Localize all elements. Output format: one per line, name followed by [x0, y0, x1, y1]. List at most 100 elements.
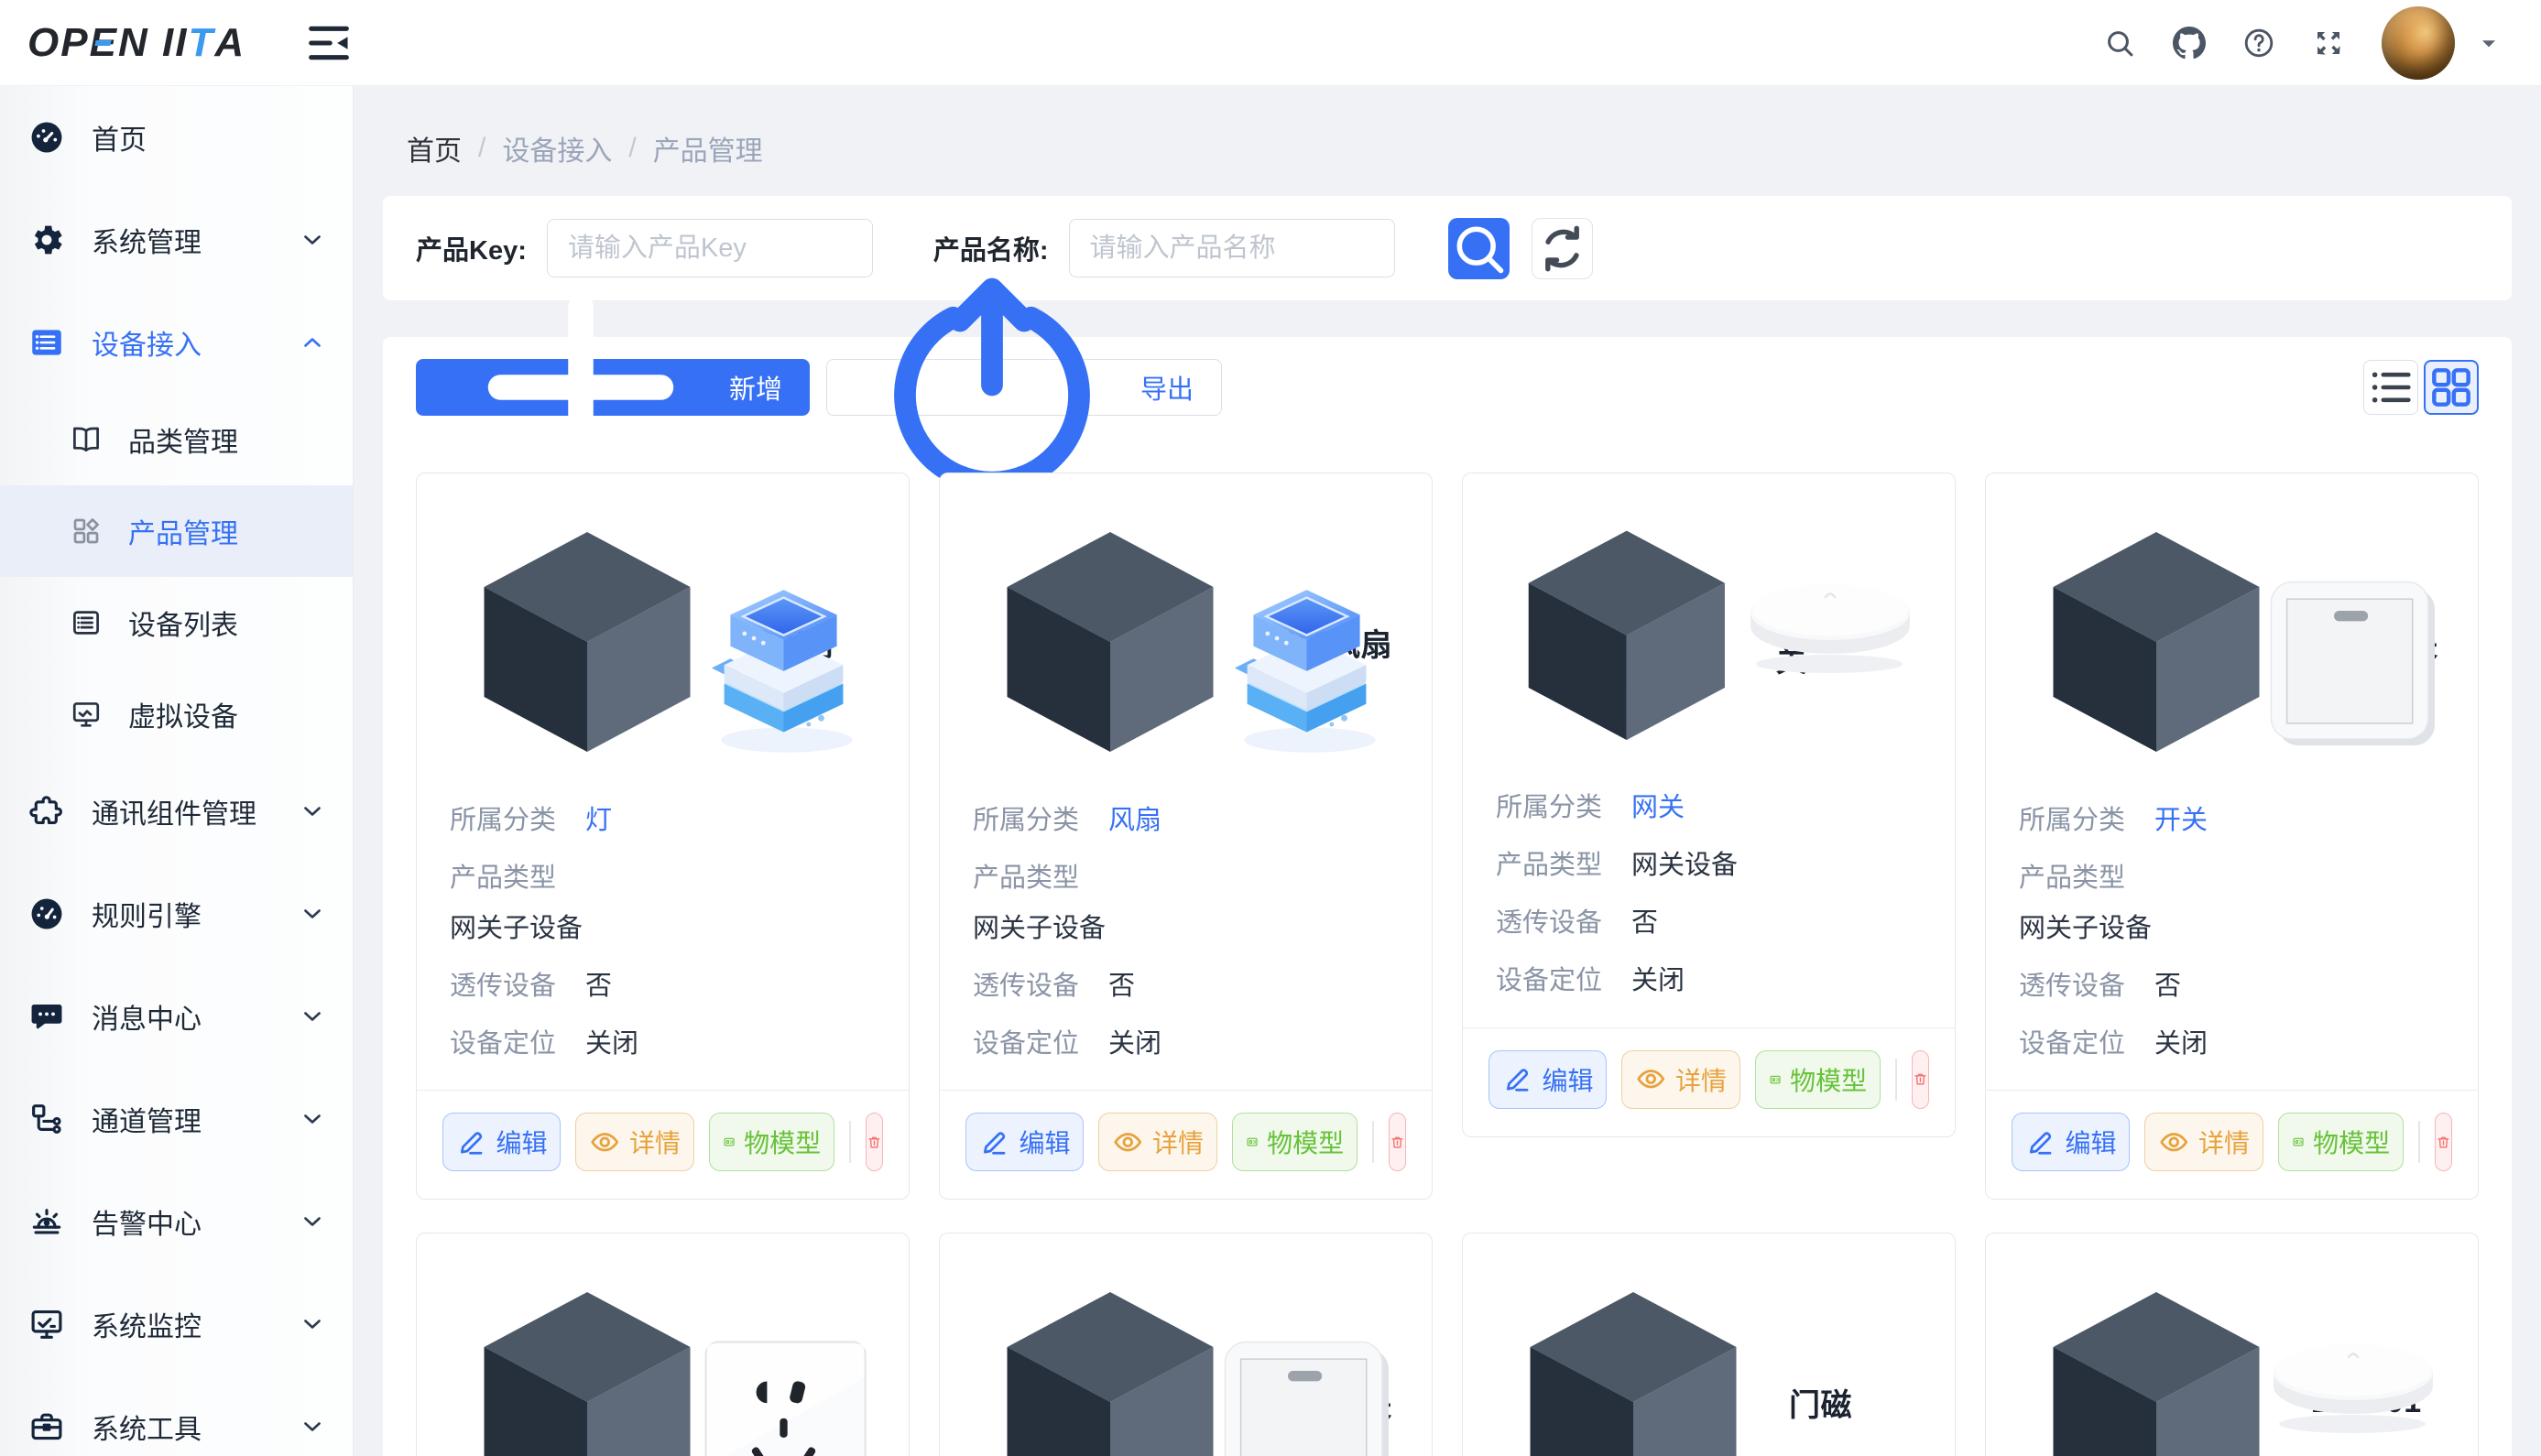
- main-content: 首页/设备接入/产品管理 产品Key: 产品名称: 新增 导出: [354, 86, 2541, 1456]
- breadcrumb-item[interactable]: 首页: [407, 128, 462, 168]
- chevron-down-icon: [300, 1004, 325, 1029]
- sidebar-item-home[interactable]: 首页: [0, 86, 353, 189]
- passthrough-row: 透传设备否: [973, 970, 1399, 1003]
- sidebar-item-virtual-device[interactable]: 虚拟设备: [0, 668, 353, 760]
- sidebar-item-label: 系统工具: [92, 1407, 202, 1447]
- sidebar-collapse-button[interactable]: [302, 16, 355, 70]
- edit-icon: [456, 1126, 487, 1157]
- locate-row: 设备定位关闭: [2019, 1027, 2445, 1060]
- thing-model-icon: [2292, 1135, 2305, 1148]
- locate-value: 关闭: [1631, 966, 1685, 995]
- sidebar-item-system-monitor[interactable]: 系统监控: [0, 1273, 353, 1375]
- delete-button[interactable]: [866, 1113, 883, 1171]
- delete-button[interactable]: [1389, 1113, 1406, 1171]
- sidebar-item-label: 通讯组件管理: [92, 791, 256, 831]
- fullscreen-icon[interactable]: [2312, 27, 2345, 60]
- puzzle-icon: [27, 792, 66, 831]
- sidebar-item-device-access[interactable]: 设备接入: [0, 291, 353, 394]
- breadcrumb: 首页/设备接入/产品管理: [383, 86, 2512, 168]
- github-icon[interactable]: [2173, 27, 2206, 60]
- eye-icon: [589, 1126, 620, 1157]
- topbar-actions: [2103, 6, 2501, 80]
- product-card-actions: 编辑 详情 物模型: [1463, 1027, 1955, 1136]
- grid-view-button[interactable]: [2424, 360, 2479, 415]
- sidebar-item-label: 设备列表: [128, 603, 238, 643]
- breadcrumb-separator: /: [628, 133, 636, 164]
- search-button[interactable]: [1448, 218, 1510, 279]
- sidebar-item-label: 告警中心: [92, 1201, 202, 1242]
- thing-model-button[interactable]: 物模型: [709, 1113, 834, 1171]
- category-link[interactable]: 网关: [1631, 793, 1685, 822]
- sidebar-item-channel-management[interactable]: 通道管理: [0, 1068, 353, 1170]
- button-divider: [849, 1121, 851, 1163]
- chevron-down-icon: [300, 1311, 325, 1337]
- category-row: 所属分类网关: [1496, 791, 1922, 824]
- category-row: 所属分类风扇: [973, 804, 1399, 837]
- trash-icon: [2436, 1135, 2451, 1150]
- edit-button[interactable]: 编辑: [965, 1113, 1084, 1171]
- gauge-icon: [27, 895, 66, 933]
- refresh-icon: [1532, 219, 1592, 278]
- help-icon[interactable]: [2242, 27, 2275, 60]
- reset-button[interactable]: [1532, 218, 1593, 279]
- detail-button[interactable]: 详情: [1621, 1050, 1739, 1109]
- cube-icon: [1496, 505, 1758, 766]
- eye-icon: [1635, 1063, 1666, 1094]
- product-card-actions: 编辑 详情 物模型: [1986, 1090, 2478, 1199]
- chevron-down-icon: [300, 227, 325, 253]
- thing-model-button[interactable]: 物模型: [1232, 1113, 1358, 1171]
- sidebar-item-label: 首页: [92, 117, 147, 158]
- chevron-down-icon: [300, 1106, 325, 1132]
- passthrough-value: 否: [1631, 908, 1658, 938]
- sidebar-item-product-management[interactable]: 产品管理: [0, 485, 353, 577]
- category-link[interactable]: 灯: [585, 806, 612, 835]
- category-link[interactable]: 风扇: [1108, 806, 1161, 835]
- product-card-actions: 编辑 详情 物模型: [940, 1090, 1432, 1199]
- product-card-body: 插座 SIEMENS 所属分类智能插座 产品类型网关子设备 透传设备否 设备定位…: [417, 1233, 909, 1456]
- sidebar-item-label: 产品管理: [128, 511, 238, 551]
- detail-button[interactable]: 详情: [1098, 1113, 1216, 1171]
- list-view-button[interactable]: [2363, 360, 2418, 415]
- product-name: 门磁: [1789, 1380, 1852, 1425]
- sidebar-item-label: 虚拟设备: [128, 694, 238, 734]
- sidebar-item-message-center[interactable]: 消息中心: [0, 965, 353, 1068]
- product-card: GW01网关 所属分类网关 产品类型网关设备 透传设备否 设备定位关闭 编辑 详…: [1462, 473, 1956, 1137]
- detail-button[interactable]: 详情: [575, 1113, 693, 1171]
- button-divider: [1895, 1059, 1897, 1101]
- product-card: 智能风扇 所属分类风扇 产品类型网关子设备 透传设备否 设备定位关闭 编辑 详情: [939, 473, 1433, 1200]
- add-button[interactable]: 新增: [416, 359, 810, 416]
- avatar[interactable]: [2382, 6, 2455, 80]
- sidebar-item-label: 系统管理: [92, 220, 202, 260]
- edit-button[interactable]: 编辑: [442, 1113, 561, 1171]
- delete-button[interactable]: [1912, 1050, 1929, 1109]
- type-value: 网关子设备: [2019, 912, 2445, 945]
- sidebar-item-alarm-center[interactable]: 告警中心: [0, 1170, 353, 1273]
- breadcrumb-item: 设备接入: [502, 128, 612, 168]
- sidebar-item-system-tools[interactable]: 系统工具: [0, 1375, 353, 1456]
- sidebar-item-device-list[interactable]: 设备列表: [0, 577, 353, 668]
- sidebar-item-label: 设备接入: [92, 322, 202, 363]
- sidebar-item-label: 规则引擎: [92, 894, 202, 934]
- chevron-down-icon[interactable]: [2477, 31, 2501, 55]
- export-button[interactable]: 导出: [826, 359, 1222, 416]
- sidebar-item-category-management[interactable]: 品类管理: [0, 394, 353, 485]
- alarm-icon: [27, 1202, 66, 1241]
- detail-button[interactable]: 详情: [2144, 1113, 2263, 1171]
- thing-model-button[interactable]: 物模型: [1755, 1050, 1881, 1109]
- toolbox-icon: [27, 1407, 66, 1446]
- type-row: 产品类型网关子设备: [450, 862, 876, 945]
- sidebar-item-label: 品类管理: [128, 419, 238, 460]
- edit-button[interactable]: 编辑: [2012, 1113, 2130, 1171]
- sidebar-item-comm-component-management[interactable]: 通讯组件管理: [0, 760, 353, 863]
- thing-model-button[interactable]: 物模型: [2278, 1113, 2404, 1171]
- category-link[interactable]: 开关: [2154, 806, 2208, 835]
- search-icon[interactable]: [2103, 27, 2136, 60]
- edit-button[interactable]: 编辑: [1489, 1050, 1607, 1109]
- sidebar-item-system-management[interactable]: 系统管理: [0, 189, 353, 291]
- monitor-icon: [27, 1305, 66, 1343]
- sidebar-item-rule-engine[interactable]: 规则引擎: [0, 863, 353, 965]
- delete-button[interactable]: [2435, 1113, 2452, 1171]
- chevron-down-icon: [300, 1209, 325, 1234]
- edit-icon: [1502, 1063, 1533, 1094]
- flow-icon: [27, 1100, 66, 1138]
